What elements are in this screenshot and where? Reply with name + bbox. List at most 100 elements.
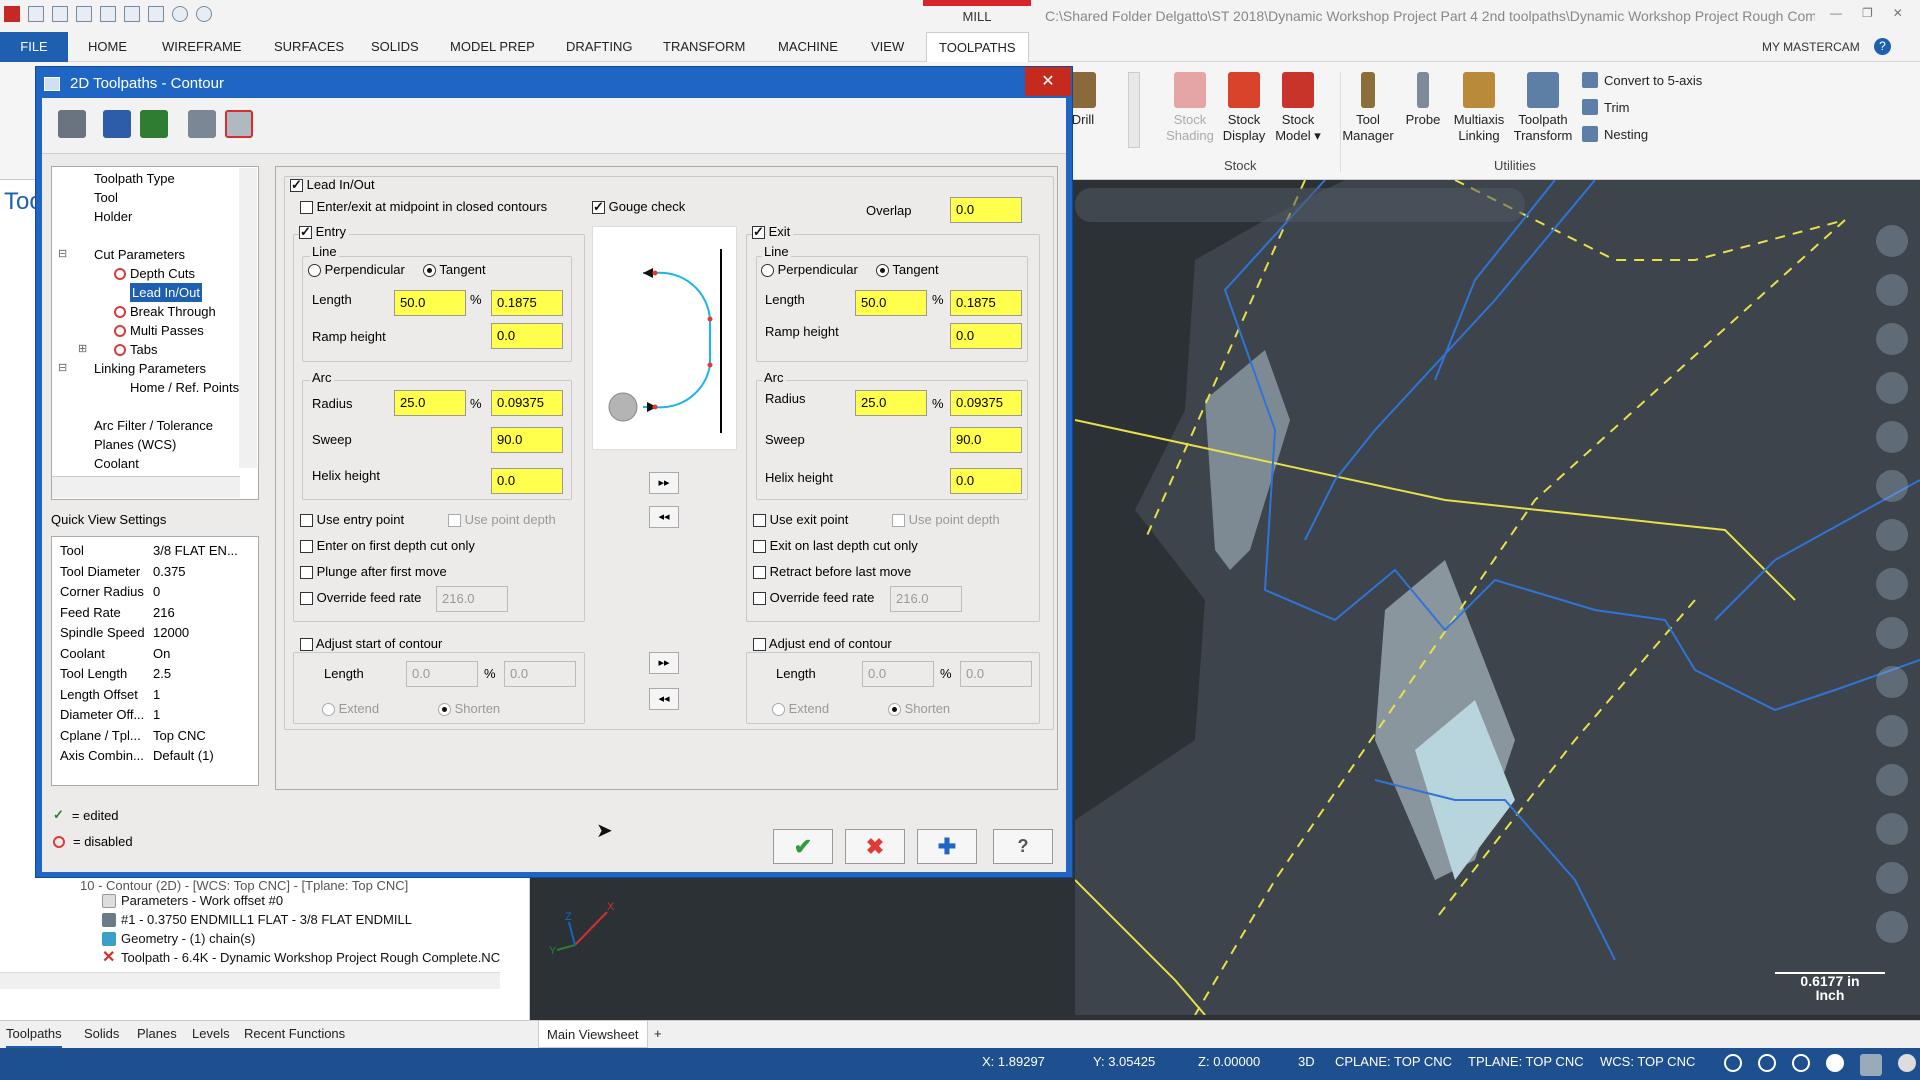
entry-perpendicular-radio[interactable]	[308, 264, 321, 278]
status-cplane[interactable]: CPLANE: TOP CNC	[1335, 1048, 1452, 1076]
tree-item[interactable]: Multi Passes	[52, 321, 258, 340]
view-tool-icon[interactable]	[1876, 764, 1908, 796]
entry-radius-percent-field[interactable]: 25.0	[394, 390, 466, 416]
view-tool-icon[interactable]	[1876, 911, 1908, 943]
adjust-end-toggle[interactable]: Adjust end of contour	[753, 636, 895, 652]
tree-item[interactable]: ⊟ Cut Parameters	[52, 245, 258, 264]
first-depth-toggle[interactable]: Enter on first depth cut only	[300, 538, 475, 554]
last-depth-checkbox[interactable]	[753, 540, 766, 554]
tree-item[interactable]	[52, 397, 258, 416]
view-tool-icon[interactable]	[1876, 519, 1908, 551]
tree-item[interactable]: ⊞ Tabs	[52, 340, 258, 359]
entry-sweep-field[interactable]: 90.0	[491, 427, 563, 453]
save-icon[interactable]	[52, 6, 68, 22]
my-mastercam-link[interactable]: MY MASTERCAM	[1762, 32, 1860, 62]
tree-item[interactable]: Holder	[52, 207, 258, 226]
tree-item[interactable]: Tool	[52, 188, 258, 207]
view-tool-icon[interactable]	[1876, 715, 1908, 747]
use-exit-point-checkbox[interactable]	[753, 514, 766, 528]
exit-override-feed-toggle[interactable]: Override feed rate	[753, 590, 874, 606]
tab-surfaces[interactable]: SURFACES	[274, 32, 344, 62]
expand-icon[interactable]: ⊞	[78, 340, 87, 359]
retract-checkbox[interactable]	[753, 566, 766, 580]
exit-checkbox[interactable]	[752, 224, 765, 240]
use-entry-point-checkbox[interactable]	[300, 514, 313, 528]
preview-icon[interactable]	[188, 110, 216, 138]
view-tool-icon[interactable]	[1876, 617, 1908, 649]
copy-entry-to-exit-button[interactable]: ▸▸	[649, 472, 679, 494]
collapse-icon[interactable]: ⊟	[58, 245, 67, 264]
tab-solids-manager[interactable]: Solids	[84, 1020, 119, 1048]
exit-length-percent-field[interactable]: 50.0	[855, 290, 927, 316]
adjust-end-checkbox[interactable]	[753, 638, 766, 652]
exit-override-feed-checkbox[interactable]	[753, 592, 766, 606]
midpoint-checkbox[interactable]	[300, 201, 313, 215]
view-tool-icon[interactable]	[1876, 323, 1908, 355]
gouge-check-checkbox[interactable]	[592, 199, 605, 215]
toolpath-operation-row[interactable]: 10 - Contour (2D) - [WCS: Top CNC] - [Tp…	[80, 878, 408, 893]
restore-icon[interactable]: ❐	[1862, 6, 1873, 20]
tab-transform[interactable]: TRANSFORM	[663, 32, 745, 62]
tree-item[interactable]: Coolant	[52, 454, 258, 473]
tab-planes-manager[interactable]: Planes	[137, 1020, 177, 1048]
collapse-icon[interactable]: ⊟	[58, 359, 67, 378]
print-icon[interactable]	[100, 6, 116, 22]
last-depth-toggle[interactable]: Exit on last depth cut only	[753, 538, 918, 554]
tree-row-toolpath[interactable]: ✕ Toolpath - 6.4K - Dynamic Workshop Proj…	[102, 949, 500, 965]
tab-levels-manager[interactable]: Levels	[192, 1020, 230, 1048]
apply-button[interactable]: ✚	[917, 829, 977, 864]
add-viewsheet-button[interactable]: +	[654, 1020, 662, 1048]
view-tool-icon[interactable]	[1876, 225, 1908, 257]
help-icon[interactable]: ?	[1874, 38, 1891, 55]
use-entry-point-toggle[interactable]: Use entry point	[300, 512, 404, 528]
tab-home[interactable]: HOME	[88, 32, 127, 62]
dialog-close-button[interactable]: ✕	[1025, 67, 1071, 96]
view-tool-icon[interactable]	[1876, 274, 1908, 306]
stock-model-button[interactable]: Stock Model ▾	[1272, 72, 1324, 144]
tree-item[interactable]: Arc Filter / Tolerance	[52, 416, 258, 435]
wireframe-sphere-icon[interactable]	[1758, 1054, 1776, 1072]
drill-button[interactable]: Drill	[1070, 72, 1096, 128]
entry-ramp-field[interactable]: 0.0	[491, 323, 563, 349]
copy-exit-to-entry-button[interactable]: ◂◂	[649, 506, 679, 528]
help-button[interactable]: ?	[993, 829, 1053, 864]
copy-adjust-right-button[interactable]: ▸▸	[649, 652, 679, 674]
cancel-button[interactable]: ✖	[845, 829, 905, 864]
probe-button[interactable]: Probe	[1400, 72, 1446, 128]
tab-main-viewsheet[interactable]: Main Viewsheet	[538, 1020, 648, 1048]
tree-item[interactable]: Depth Cuts	[52, 264, 258, 283]
plunge-checkbox[interactable]	[300, 566, 313, 580]
entry-tangent-radio[interactable]	[423, 264, 436, 278]
status-mode[interactable]: 3D	[1298, 1048, 1315, 1076]
entry-override-feed-checkbox[interactable]	[300, 592, 313, 606]
copy-adjust-left-button[interactable]: ◂◂	[649, 688, 679, 710]
print-preview-icon[interactable]	[124, 6, 140, 22]
entry-length-percent-field[interactable]: 50.0	[394, 290, 466, 316]
tab-toolpaths[interactable]: TOOLPATHS	[926, 32, 1029, 62]
tool-manager-button[interactable]: Tool Manager	[1338, 72, 1398, 144]
dialog-title-bar[interactable]: 2D Toolpaths - Contour	[44, 70, 224, 98]
load-defaults-icon[interactable]	[140, 110, 168, 138]
tree-item[interactable]: Lead In/Out	[52, 283, 258, 302]
lead-inout-checkbox[interactable]	[290, 177, 303, 193]
stock-shading-button[interactable]: Stock Shading	[1166, 72, 1214, 144]
view-toolbar[interactable]	[1075, 188, 1525, 222]
new-file-icon[interactable]	[28, 6, 44, 22]
graphics-viewport[interactable]	[1075, 180, 1920, 1015]
exit-perpendicular-radio[interactable]	[761, 264, 774, 278]
tree-row-tool[interactable]: #1 - 0.3750 ENDMILL1 FLAT - 3/8 FLAT END…	[102, 912, 412, 927]
tree-item[interactable]: ⊟ Linking Parameters	[52, 359, 258, 378]
exit-helix-field[interactable]: 0.0	[950, 468, 1022, 494]
convert-5axis-button[interactable]: Convert to 5-axis	[1582, 72, 1702, 88]
exit-sweep-field[interactable]: 90.0	[950, 427, 1022, 453]
tab-toolpaths-manager[interactable]: Toolpaths	[6, 1020, 62, 1048]
view-tool-icon[interactable]	[1876, 568, 1908, 600]
shaded-sphere-icon[interactable]	[1826, 1054, 1844, 1072]
tree-horizontal-scrollbar[interactable]	[52, 476, 240, 498]
tab-model-prep[interactable]: MODEL PREP	[450, 32, 535, 62]
globe-icon[interactable]	[1724, 1054, 1742, 1072]
adjust-start-toggle[interactable]: Adjust start of contour	[300, 636, 446, 652]
tree-item[interactable]	[52, 226, 258, 245]
tab-wireframe[interactable]: WIREFRAME	[162, 32, 241, 62]
tab-file[interactable]: FILE	[0, 32, 68, 62]
